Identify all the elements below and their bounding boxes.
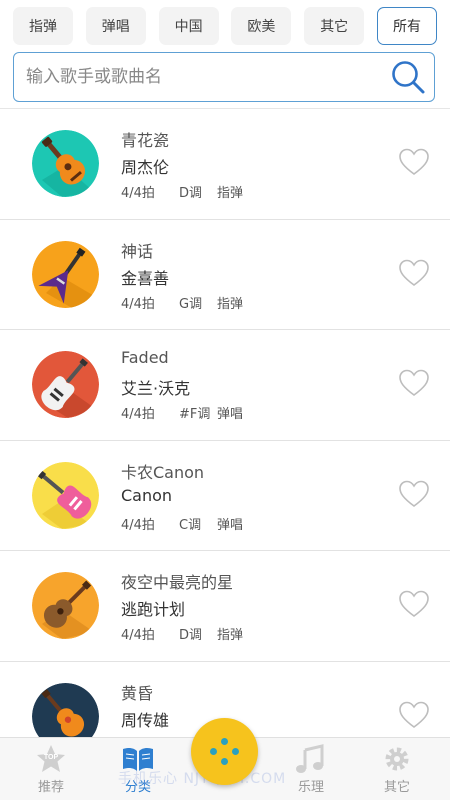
tab-other[interactable]: 其它	[304, 7, 365, 45]
favorite-heart-icon[interactable]	[398, 700, 430, 730]
nav-label: 乐理	[297, 780, 324, 795]
song-list: 青花瓷 周杰伦 4/4拍 D调 指弹 神话 金喜善 4/4拍 G调 指弹 Fad…	[0, 109, 450, 737]
favorite-heart-icon[interactable]	[398, 147, 430, 177]
song-artist: 逃跑计划	[121, 600, 186, 620]
tab-strum-sing[interactable]: 弹唱	[85, 7, 146, 45]
song-key: D调	[179, 186, 203, 201]
song-beat: 4/4拍	[121, 186, 155, 201]
acoustic-guitar-icon	[32, 130, 99, 197]
song-title: 神话	[121, 241, 154, 261]
tab-fingerstyle[interactable]: 指弹	[13, 7, 73, 45]
song-key: D调	[179, 628, 203, 644]
song-style: 弹唱	[217, 407, 244, 423]
song-artist: 金喜善	[121, 268, 170, 288]
song-style: 弹唱	[217, 517, 244, 533]
song-beat: 4/4拍	[121, 407, 155, 423]
song-list-item[interactable]: Faded 艾兰·沃克 4/4拍 #F调 弹唱	[0, 330, 450, 441]
favorite-heart-icon[interactable]	[398, 589, 430, 619]
flying-v-guitar-icon	[32, 240, 99, 308]
song-title: 卡农Canon	[121, 462, 205, 482]
song-key: G调	[179, 296, 203, 312]
song-beat: 4/4拍	[121, 296, 155, 312]
song-meta: 4/4拍 D调 指弹	[121, 182, 243, 201]
search-input[interactable]	[26, 67, 386, 87]
song-style: 指弹	[217, 628, 244, 644]
song-style: 指弹	[217, 186, 244, 201]
center-fab-button[interactable]	[191, 718, 258, 785]
song-meta: 4/4拍 G调 指弹	[121, 293, 243, 312]
song-artist: 周杰伦	[121, 158, 170, 177]
tab-western[interactable]: 欧美	[231, 7, 292, 45]
pink-electric-guitar-icon	[32, 461, 99, 529]
nav-item-recommend[interactable]: TOP 推荐	[21, 744, 81, 798]
music-note-icon	[296, 744, 324, 773]
ukulele-icon	[32, 682, 99, 737]
tab-chinese[interactable]: 中国	[158, 7, 219, 45]
category-tabs: 指弹 弹唱 中国 欧美 其它 所有	[13, 7, 437, 45]
song-beat: 4/4拍	[121, 517, 155, 533]
favorite-heart-icon[interactable]	[398, 368, 430, 398]
search-icon[interactable]	[388, 57, 428, 97]
song-meta: 4/4拍 #F调 弹唱	[121, 403, 243, 422]
gear-icon	[385, 747, 409, 771]
song-beat: 4/4拍	[121, 628, 155, 644]
song-artist: 艾兰·沃克	[121, 379, 191, 399]
song-artist: Canon	[121, 485, 173, 505]
song-list-item[interactable]: 卡农Canon Canon 4/4拍 C调 弹唱	[0, 441, 450, 552]
favorite-heart-icon[interactable]	[398, 258, 430, 288]
song-title: 青花瓷	[121, 131, 170, 150]
song-key: #F调	[179, 407, 211, 423]
nav-item-other[interactable]: 其它	[367, 744, 427, 798]
song-style: 指弹	[217, 296, 244, 312]
song-title: 夜空中最亮的星	[121, 573, 234, 593]
song-list-item[interactable]: 神话 金喜善 4/4拍 G调 指弹	[0, 220, 450, 331]
song-meta: 4/4拍 C调 弹唱	[121, 514, 243, 533]
electric-guitar-icon	[32, 351, 99, 419]
svg-text:TOP: TOP	[44, 754, 59, 761]
nav-label: 其它	[383, 780, 410, 795]
song-title: Faded	[121, 348, 169, 368]
classical-guitar-icon	[32, 572, 99, 640]
search-bar	[13, 52, 435, 102]
nav-item-theory[interactable]: 乐理	[281, 744, 341, 798]
favorite-heart-icon[interactable]	[398, 479, 430, 509]
song-title: 黄昏	[121, 683, 154, 703]
top-star-icon: TOP	[37, 745, 65, 772]
tab-all[interactable]: 所有	[376, 7, 437, 45]
song-list-item[interactable]: 青花瓷 周杰伦 4/4拍 D调 指弹	[0, 109, 450, 220]
nav-label: 推荐	[37, 780, 64, 795]
song-artist: 周传雄	[121, 710, 170, 730]
song-key: C调	[179, 517, 202, 533]
song-list-item[interactable]: 夜空中最亮的星 逃跑计划 4/4拍 D调 指弹	[0, 551, 450, 662]
app-screen: 指弹 弹唱 中国 欧美 其它 所有 输入歌手或歌曲名 青花瓷 周杰伦 4/4拍 …	[0, 0, 450, 800]
song-meta: 4/4拍 D调 指弹	[121, 624, 243, 643]
